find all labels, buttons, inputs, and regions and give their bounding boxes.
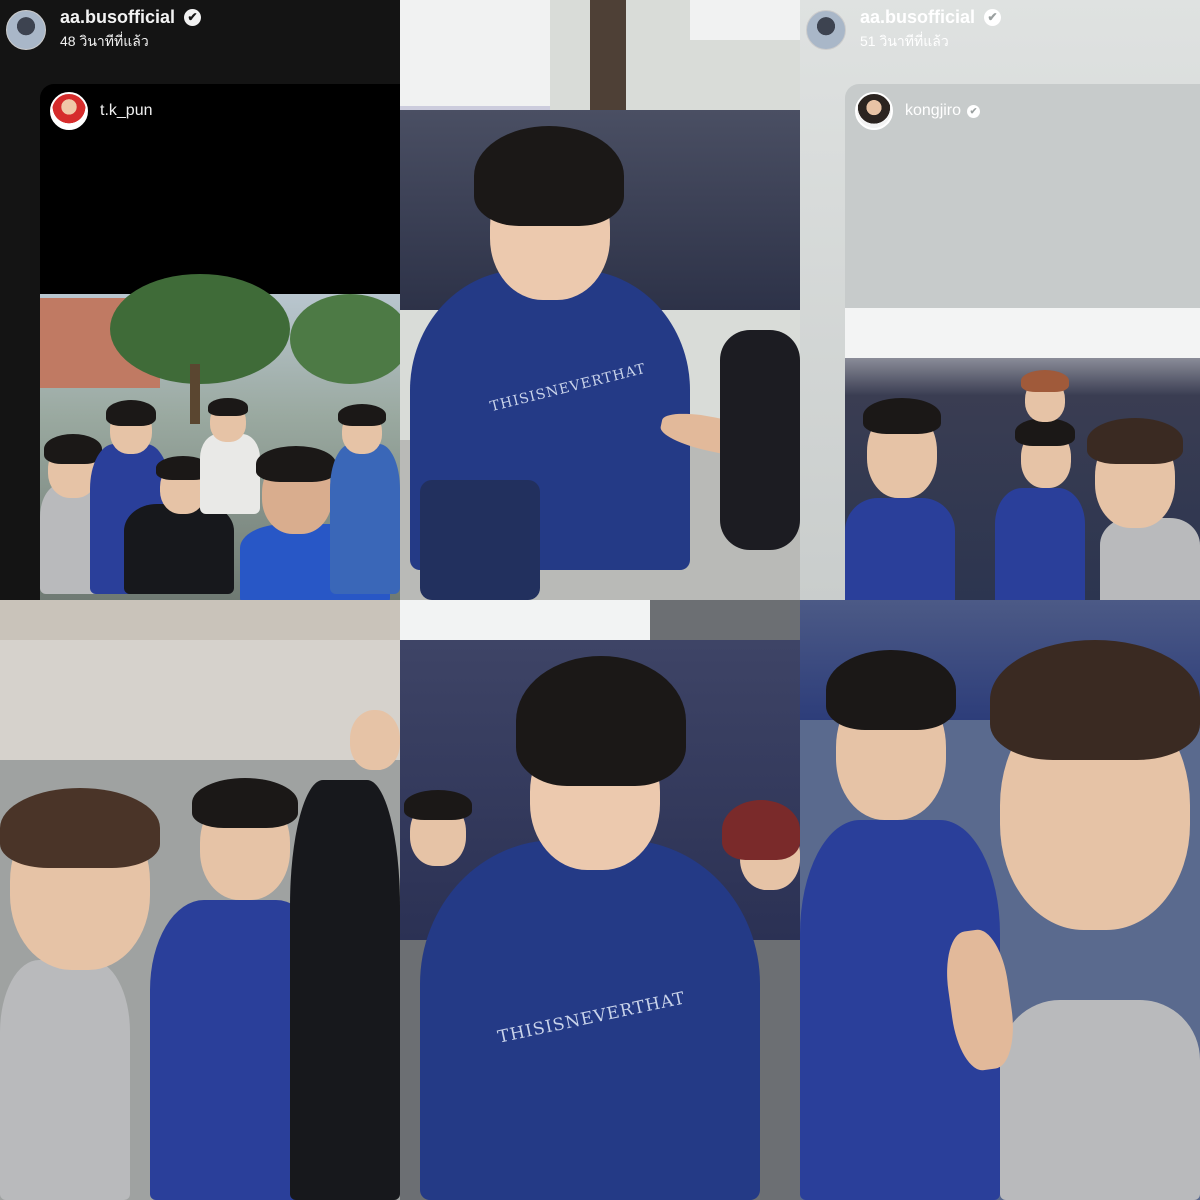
shared-story-header: kongjiro ✔ xyxy=(855,92,981,130)
photo-center-top: THISISNEVERTHAT xyxy=(400,0,800,600)
shared-story-header: t.k_pun xyxy=(50,92,152,130)
tent xyxy=(845,308,1200,358)
story-header: aa.busofficial ✔ 48 วินาทีที่แล้ว xyxy=(0,0,400,60)
jeans xyxy=(420,480,540,600)
story-username[interactable]: aa.busofficial xyxy=(860,7,975,28)
shared-username[interactable]: kongjiro xyxy=(905,102,961,120)
story-timestamp: 51 วินาทีที่แล้ว xyxy=(860,33,949,49)
shared-user-avatar[interactable] xyxy=(50,92,88,130)
story-header: aa.busofficial ✔ 51 วินาทีที่แล้ว xyxy=(800,0,1200,60)
person-side xyxy=(720,330,800,550)
story-username-row: aa.busofficial ✔ xyxy=(860,7,1002,28)
tent xyxy=(400,600,650,640)
story-screenshot-left: aa.busofficial ✔ 48 วินาทีที่แล้ว t.k_pu… xyxy=(0,0,400,600)
shared-photo xyxy=(845,308,1200,600)
verified-badge-icon: ✔ xyxy=(184,9,202,26)
story-meta: aa.busofficial ✔ 48 วินาทีที่แล้ว xyxy=(60,7,202,53)
story-screenshot-right: aa.busofficial ✔ 51 วินาทีที่แล้ว kongji… xyxy=(800,0,1200,600)
photo-bottom-center: THISISNEVERTHAT xyxy=(400,600,800,1200)
shared-story-card[interactable]: t.k_pun xyxy=(40,84,400,600)
shared-story-card[interactable]: kongjiro ✔ xyxy=(845,84,1200,600)
profile-avatar[interactable] xyxy=(806,10,846,50)
shared-photo xyxy=(40,274,400,600)
story-username-row: aa.busofficial ✔ xyxy=(60,7,202,28)
photo-bottom-left xyxy=(0,600,400,1200)
tree xyxy=(290,294,400,384)
photo-collage: aa.busofficial ✔ 48 วินาทีที่แล้ว t.k_pu… xyxy=(0,0,1200,1200)
tent xyxy=(400,0,550,110)
tree-trunk xyxy=(190,364,200,424)
photo-bottom-right xyxy=(800,600,1200,1200)
shared-user-avatar[interactable] xyxy=(855,92,893,130)
tree xyxy=(110,274,290,384)
profile-avatar[interactable] xyxy=(6,10,46,50)
building xyxy=(0,600,400,640)
story-username[interactable]: aa.busofficial xyxy=(60,7,175,28)
shared-username[interactable]: t.k_pun xyxy=(100,102,152,120)
story-meta: aa.busofficial ✔ 51 วินาทีที่แล้ว xyxy=(860,7,1002,53)
story-timestamp: 48 วินาทีที่แล้ว xyxy=(60,33,149,49)
courtyard xyxy=(0,640,400,760)
tent xyxy=(690,0,800,40)
verified-badge-icon: ✔ xyxy=(967,104,981,118)
verified-badge-icon: ✔ xyxy=(984,9,1002,26)
